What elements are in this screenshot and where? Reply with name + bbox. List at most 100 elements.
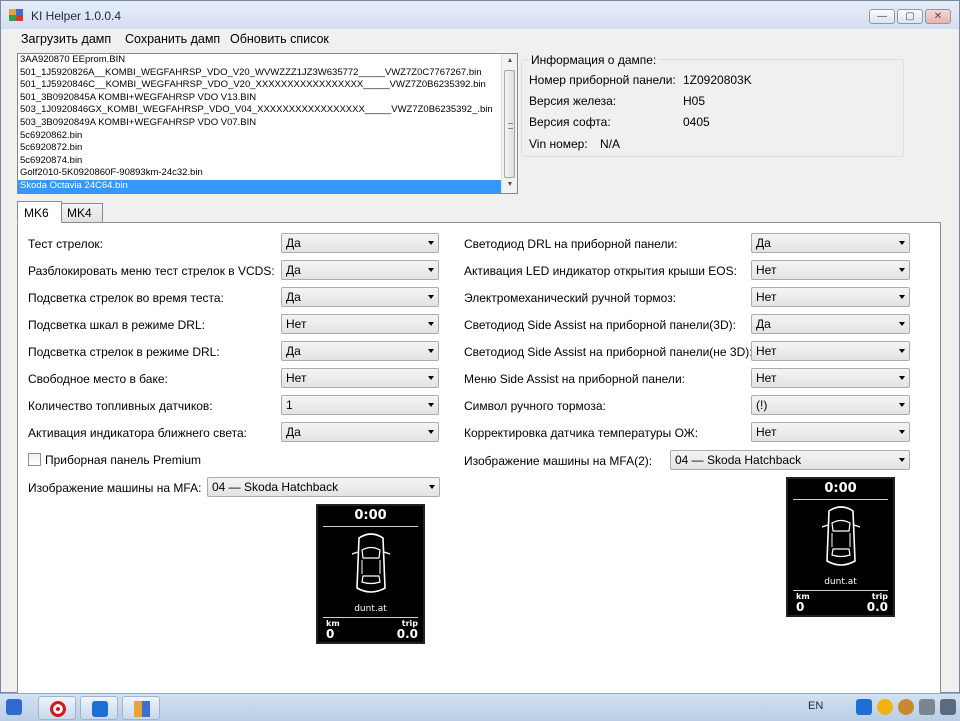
chevron-down-icon — [899, 458, 905, 462]
mfa-image-label: Изображение машины на MFA: — [28, 481, 202, 495]
tray-volume-icon[interactable] — [940, 699, 956, 715]
tab-mk4[interactable]: MK4 — [61, 203, 103, 222]
menu-save-dump[interactable]: Сохранить дамп — [125, 32, 220, 46]
chevron-down-icon — [899, 403, 905, 407]
menu-refresh-list[interactable]: Обновить список — [230, 32, 329, 46]
menu-bar: Загрузить дамп Сохранить дамп Обновить с… — [1, 29, 959, 51]
title-bar[interactable]: KI Helper 1.0.0.4 — ▢ ✕ — [1, 1, 959, 29]
left-setting-dropdown[interactable]: Да — [281, 422, 439, 442]
file-list-item[interactable]: Skoda Octavia 24C64.bin — [18, 179, 517, 193]
left-setting-value: Да — [286, 236, 301, 250]
mfa-bottom-divider — [323, 617, 418, 618]
right-setting-label: Светодиод Side Assist на приборной панел… — [464, 345, 753, 359]
app-window: KI Helper 1.0.0.4 — ▢ ✕ Загрузить дамп С… — [0, 0, 960, 694]
app-m-icon — [92, 701, 108, 717]
file-rows: 3AA920870 EEprom.BIN 501_1J5920826A__KOMB… — [18, 54, 517, 193]
right-setting-value: Да — [756, 236, 771, 250]
save-disk-icon[interactable] — [6, 699, 22, 715]
mfa-top-divider — [323, 526, 418, 527]
right-setting-dropdown[interactable]: Да — [751, 233, 910, 253]
mfa-bottom-divider — [793, 590, 888, 591]
chevron-down-icon — [429, 485, 435, 489]
file-list-item[interactable]: Golf2010-5K0920860F-90893km-24c32.bin — [18, 167, 517, 180]
file-list-item[interactable]: 5c6920874.bin — [18, 155, 517, 168]
tray-app-icon[interactable] — [856, 699, 872, 715]
left-setting-dropdown[interactable]: Нет — [281, 314, 439, 334]
right-setting-dropdown[interactable]: (!) — [751, 395, 910, 415]
maximize-button[interactable]: ▢ — [897, 9, 923, 24]
scroll-down-icon[interactable]: ▼ — [502, 178, 517, 192]
right-setting-label: Светодиод DRL на приборной панели: — [464, 237, 678, 251]
minimize-button[interactable]: — — [869, 9, 895, 24]
file-list-item[interactable]: 503_3B0920849A KOMBI+WEGFAHRSP VDO V07.B… — [18, 117, 517, 130]
taskbar-opera-button[interactable] — [38, 696, 76, 720]
right-setting-dropdown[interactable]: Да — [751, 314, 910, 334]
file-list-item[interactable]: 3AA920870 EEprom.BIN — [18, 54, 517, 67]
left-setting-value: Да — [286, 425, 301, 439]
left-setting-label: Разблокировать меню тест стрелок в VCDS: — [28, 264, 275, 278]
kihelper-icon — [134, 701, 150, 717]
panel-number-label: Номер приборной панели: — [529, 73, 676, 87]
file-list-item[interactable]: 501_3B0920845A KOMBI+WEGFAHRSP VDO V13.B… — [18, 92, 517, 105]
chevron-down-icon — [428, 295, 434, 299]
left-setting-label: Тест стрелок: — [28, 237, 103, 251]
chevron-down-icon — [428, 403, 434, 407]
left-setting-dropdown[interactable]: Да — [281, 260, 439, 280]
taskbar: EN — [0, 693, 960, 721]
left-setting-label: Количество топливных датчиков: — [28, 399, 213, 413]
tray-clock-icon[interactable] — [898, 699, 914, 715]
file-list-item[interactable]: 501_1J5920846C__KOMBI_WEGFAHRSP_VDO_V20_… — [18, 79, 517, 92]
left-setting-value: 1 — [286, 398, 293, 412]
right-setting-value: Нет — [756, 290, 777, 304]
mfa-trip-value: 0.0 — [866, 600, 888, 614]
left-setting-dropdown[interactable]: Нет — [281, 368, 439, 388]
chevron-down-icon — [428, 268, 434, 272]
mfa2-image-dropdown[interactable]: 04 — Skoda Hatchback — [670, 450, 910, 470]
mfa-km-value: 0 — [796, 600, 805, 614]
hardware-version-label: Версия железа: — [529, 94, 617, 108]
tray-flag-icon[interactable] — [919, 699, 935, 715]
file-list-item[interactable]: 501_1J5920826A__KOMBI_WEGFAHRSP_VDO_V20_… — [18, 67, 517, 80]
taskbar-kihelper-button[interactable] — [122, 696, 160, 720]
right-setting-dropdown[interactable]: Нет — [751, 287, 910, 307]
taskbar-app-button[interactable] — [80, 696, 118, 720]
chevron-down-icon — [899, 349, 905, 353]
close-button[interactable]: ✕ — [925, 9, 951, 24]
left-setting-dropdown[interactable]: Да — [281, 341, 439, 361]
mfa2-image-label: Изображение машины на MFA(2): — [464, 454, 653, 468]
right-setting-dropdown[interactable]: Нет — [751, 260, 910, 280]
tab-mk6[interactable]: MK6 — [17, 201, 62, 223]
scroll-up-icon[interactable]: ▲ — [502, 54, 517, 68]
language-indicator[interactable]: EN — [808, 700, 823, 712]
file-list-item[interactable]: 5c6920862.bin — [18, 130, 517, 143]
right-setting-value: Нет — [756, 425, 777, 439]
car-outline-icon — [822, 506, 860, 566]
left-setting-dropdown[interactable]: 1 — [281, 395, 439, 415]
car-outline-icon — [352, 533, 390, 593]
scroll-thumb[interactable] — [504, 70, 515, 178]
file-list-scrollbar[interactable]: ▲ ▼ — [501, 54, 517, 193]
menu-load-dump[interactable]: Загрузить дамп — [21, 32, 111, 46]
hardware-version-value: H05 — [683, 94, 706, 108]
right-setting-label: Меню Side Assist на приборной панели: — [464, 372, 685, 386]
left-setting-label: Свободное место в баке: — [28, 372, 168, 386]
file-list-item[interactable]: 503_1J0920846GX_KOMBI_WEGFAHRSP_VDO_V04_… — [18, 104, 517, 117]
premium-panel-checkbox[interactable] — [28, 453, 41, 466]
file-list-item[interactable]: 5c6920872.bin — [18, 142, 517, 155]
app-icon — [9, 9, 23, 21]
right-setting-dropdown[interactable]: Нет — [751, 368, 910, 388]
right-setting-value: Нет — [756, 344, 777, 358]
mfa-km-value: 0 — [326, 627, 335, 641]
chevron-down-icon — [899, 322, 905, 326]
chevron-down-icon — [899, 430, 905, 434]
mfa-image-dropdown[interactable]: 04 — Skoda Hatchback — [207, 477, 440, 497]
right-setting-dropdown[interactable]: Нет — [751, 341, 910, 361]
left-setting-dropdown[interactable]: Да — [281, 233, 439, 253]
dump-info-legend: Информация о дампе: — [529, 53, 659, 67]
chevron-down-icon — [899, 241, 905, 245]
file-list[interactable]: 3AA920870 EEprom.BIN 501_1J5920826A__KOMB… — [17, 53, 518, 194]
right-setting-label: Электромеханический ручной тормоз: — [464, 291, 677, 305]
tray-smiley-icon[interactable] — [877, 699, 893, 715]
left-setting-dropdown[interactable]: Да — [281, 287, 439, 307]
right-setting-dropdown[interactable]: Нет — [751, 422, 910, 442]
